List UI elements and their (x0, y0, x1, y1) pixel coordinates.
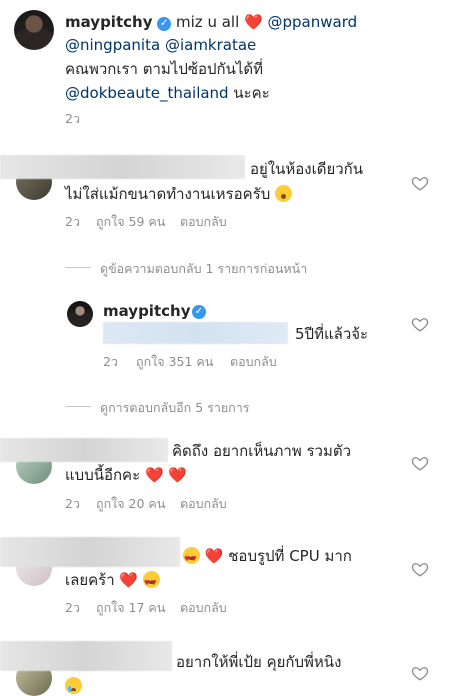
mention-link[interactable]: @iamkratae (165, 36, 256, 54)
comment-text-line2: แบบนี้อีกคะ ❤️ ❤️ (65, 465, 187, 485)
comment-text-line1: ❤️ ชอบรูปที่ CPU มาก (183, 546, 352, 569)
post-caption-line2: @ningpanita @iamkratae (65, 35, 256, 55)
replies-divider (65, 267, 91, 268)
comment-text: ไม่ใส่แม้กขนาดทำงานเหรอครับ (65, 185, 271, 203)
heart-outline-icon[interactable] (411, 560, 429, 578)
comment-reply-button[interactable]: ตอบกลับ (180, 212, 227, 232)
comment-text: แบบนี้อีกคะ (65, 466, 141, 484)
heart-outline-icon[interactable] (411, 174, 429, 192)
heart-eyes-emoji-icon (183, 547, 200, 569)
view-more-replies-link[interactable]: ดูการตอบกลับอีก 5 รายการ (100, 398, 249, 418)
reply-time: 2ว (103, 354, 118, 369)
blurred-mention (103, 322, 288, 344)
red-heart-emoji-icon: ❤️ (168, 466, 188, 484)
blurred-username (0, 155, 245, 179)
mention-link[interactable]: @dokbeaute_thailand (65, 84, 229, 102)
comment-time: 2ว (65, 214, 80, 229)
heart-eyes-emoji-icon (142, 571, 160, 593)
post-author-avatar[interactable] (14, 10, 54, 50)
post-timestamp[interactable]: 2ว (65, 109, 80, 129)
replies-divider (65, 406, 91, 407)
post-caption-line3: คณพวกเรา ตามไปซ้อปกันได้ที่ (65, 60, 264, 78)
surprised-face-emoji-icon (275, 185, 293, 202)
post-caption-line4: @dokbeaute_thailand นะคะ (65, 83, 270, 103)
comment-time: 2ว (65, 496, 80, 511)
post-caption-suffix: นะคะ (233, 84, 270, 102)
comment-reply-button[interactable]: ตอบกลับ (180, 598, 227, 618)
comment-time: 2ว (65, 600, 80, 615)
blurred-username (0, 438, 168, 462)
reply-author-username[interactable]: maypitchy (103, 301, 190, 321)
post-author-username[interactable]: maypitchy (65, 13, 152, 31)
view-previous-replies-link[interactable]: ดูข้อความตอบกลับ 1 รายการก่อนหน้า (100, 259, 307, 279)
comment-like-count[interactable]: ถูกใจ 17 คน (96, 598, 165, 618)
blurred-username (0, 537, 180, 567)
mention-link[interactable]: @ningpanita (65, 36, 160, 54)
red-heart-emoji-icon: ❤️ (144, 466, 164, 484)
blurred-username (0, 641, 172, 671)
verified-badge-icon: ✓ (157, 17, 172, 31)
comment-text-line2: ไม่ใส่แม้กขนาดทำงานเหรอครับ (65, 184, 293, 204)
comment-text-line1: อยู่ในห้องเดียวกัน (250, 160, 364, 178)
reply-like-count[interactable]: ถูกใจ 351 คน (136, 352, 213, 372)
comment-text-line1: คิดถึง อยากเห็นภาพ รวมตัว (172, 442, 352, 460)
mention-link[interactable]: @ppanward (268, 13, 358, 31)
comment-text: ชอบรูปที่ CPU มาก (228, 547, 352, 565)
red-heart-emoji-icon: ❤️ (119, 571, 139, 589)
crying-face-emoji-icon (65, 677, 82, 694)
red-heart-emoji-icon: ❤️ (204, 547, 224, 565)
red-heart-emoji-icon: ❤️ (244, 13, 263, 31)
comment-text: เลยคร้า (65, 571, 115, 589)
heart-outline-icon[interactable] (411, 664, 429, 682)
comment-text-line1: อยากให้พี่เป้ย คุยกับพี่หนิง (176, 653, 342, 671)
comment-text-line2: เลยคร้า ❤️ (65, 570, 160, 593)
reply-reply-button[interactable]: ตอบกลับ (230, 352, 277, 372)
comment-like-count[interactable]: ถูกใจ 59 คน (96, 212, 165, 232)
heart-outline-icon[interactable] (411, 454, 429, 472)
reply-author-avatar[interactable] (67, 301, 93, 327)
heart-outline-icon[interactable] (411, 315, 429, 333)
post-caption-text: miz u all (176, 13, 240, 31)
comment-reply-button[interactable]: ตอบกลับ (180, 494, 227, 514)
reply-text: 5ปีที่แล้วจ้ะ (295, 325, 369, 343)
verified-badge-icon: ✓ (192, 305, 206, 319)
post-caption-line1: maypitchy ✓ miz u all ❤️ @ppanward (65, 12, 357, 32)
comment-like-count[interactable]: ถูกใจ 20 คน (96, 494, 165, 514)
